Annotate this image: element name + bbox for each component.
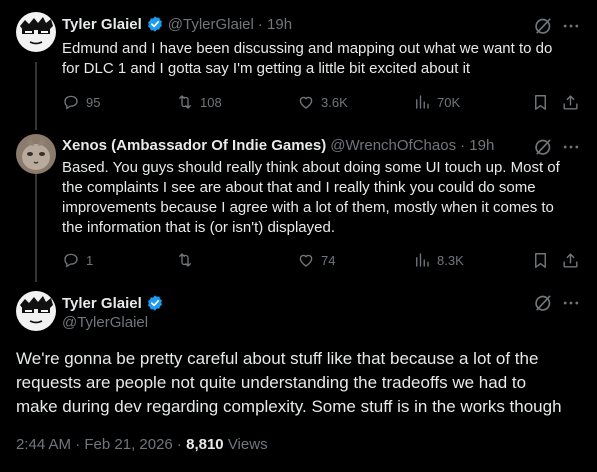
author-handle[interactable]: @WrenchOfChaos [330,137,456,154]
like-count: 74 [321,252,336,268]
post-time[interactable]: · 19h [258,16,292,33]
share-icon[interactable] [561,251,580,270]
grok-icon[interactable] [533,16,553,36]
bookmark-icon[interactable] [531,251,550,270]
timestamp-text[interactable]: 2:44 AM · Feb 21, 2026 · [16,436,186,453]
avatar[interactable] [16,12,56,52]
like-icon [297,93,315,111]
tweet-text: We're gonna be pretty careful about stuf… [16,349,562,416]
share-icon[interactable] [561,93,580,112]
tweet-text: Edmund and I have been discussing and ma… [62,40,553,77]
views-button[interactable]: 70K [413,93,460,111]
like-icon [297,251,315,269]
like-button[interactable]: 74 [297,251,335,269]
reply-count: 95 [86,94,101,110]
author-name[interactable]: Tyler Glaiel [62,295,142,312]
author-handle[interactable]: @TylerGlaiel [168,16,254,33]
views-icon [413,251,431,269]
views-count: 8.3K [437,252,464,268]
author-handle[interactable]: @TylerGlaiel [62,314,148,331]
views-label: Views [223,436,268,453]
reply-button[interactable]: 1 [62,251,93,269]
tweet-text: Based. You guys should really think abou… [62,159,560,236]
grok-icon[interactable] [533,137,553,157]
author-name[interactable]: Tyler Glaiel [62,16,142,33]
like-count: 3.6K [321,94,348,110]
post-time[interactable]: · 19h [460,137,494,154]
views-count: 70K [437,94,461,110]
repost-icon [176,251,194,269]
views-button[interactable]: 8.3K [413,251,464,269]
reply-icon [62,93,80,111]
reply-count: 1 [86,252,94,268]
repost-count: 108 [200,94,222,110]
post-timestamp[interactable]: 2:44 AM · Feb 21, 2026 · 8,810 Views [16,436,268,453]
repost-button[interactable]: 108 [176,93,222,111]
verified-badge-icon [146,294,164,312]
more-icon[interactable] [561,16,581,36]
grok-icon[interactable] [533,293,553,313]
avatar[interactable] [16,291,56,331]
reply-button[interactable]: 95 [62,93,100,111]
more-icon[interactable] [561,293,581,313]
bookmark-icon[interactable] [531,93,550,112]
avatar[interactable] [16,134,56,174]
repost-icon [176,93,194,111]
repost-button[interactable] [176,251,200,269]
thread-line [35,62,37,130]
reply-icon [62,251,80,269]
verified-badge-icon [146,15,164,33]
more-icon[interactable] [561,137,581,157]
like-button[interactable]: 3.6K [297,93,348,111]
thread-line [35,170,37,282]
views-icon [413,93,431,111]
author-name[interactable]: Xenos (Ambassador Of Indie Games) [62,137,326,154]
views-count: 8,810 [186,436,224,453]
